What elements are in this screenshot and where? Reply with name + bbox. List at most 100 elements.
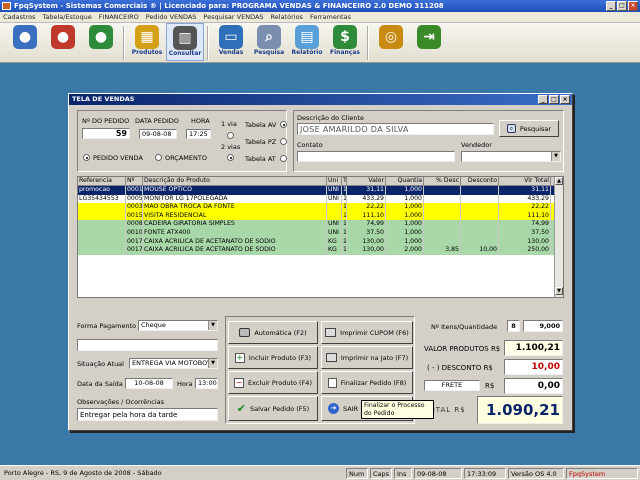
orcamento-radio[interactable] (155, 154, 162, 161)
user-3-button[interactable]: ● (82, 23, 120, 61)
grid-scrollbar[interactable]: ▲ ▼ (554, 177, 563, 297)
pedido-num-field[interactable]: 59 (82, 128, 130, 139)
itens-field[interactable]: 8 (507, 320, 520, 332)
quantidade-field[interactable]: 9,000 (523, 320, 563, 332)
table-cell[interactable]: 10,00 (461, 246, 499, 255)
table-cell[interactable]: UNI (327, 194, 342, 204)
vendedor-select[interactable]: ▼ (461, 151, 561, 162)
tabela-at-radio[interactable] (280, 155, 287, 162)
table-cell[interactable]: 0017 (126, 237, 143, 247)
table-cell[interactable]: 74,99 (499, 220, 551, 229)
table-row[interactable]: 0003 MÃO OBRA TROCA DA FONTE 1 22,22 1,000 22… (78, 203, 556, 212)
table-cell[interactable]: 3,85 (424, 246, 461, 255)
tabela-av-radio[interactable] (280, 121, 287, 128)
col-uni[interactable]: Uni (327, 177, 342, 185)
table-cell[interactable]: 130,00 (347, 246, 386, 255)
forma-pagamento-select[interactable]: Cheque ▼ (138, 320, 218, 331)
table-cell[interactable] (424, 211, 461, 221)
incluir-produto-button[interactable]: + Incluir Produto (F3) (228, 346, 318, 369)
table-cell[interactable]: CAIXA ACRILICA DE ACETANATO DE SODIO (143, 237, 327, 247)
user-1-button[interactable]: ● (6, 23, 44, 61)
table-cell[interactable] (424, 186, 461, 195)
col-valor[interactable]: Valor (347, 177, 386, 185)
chevron-down-icon[interactable]: ▼ (551, 152, 560, 161)
table-cell[interactable] (78, 237, 126, 247)
table-cell[interactable]: 433,29 (347, 194, 386, 204)
minimize-button[interactable]: _ (606, 1, 616, 11)
table-cell[interactable]: 0010 (126, 229, 143, 238)
table-cell[interactable]: 37,50 (347, 229, 386, 238)
table-cell[interactable]: 1,000 (386, 229, 424, 238)
table-cell[interactable] (461, 229, 499, 238)
produtos-button[interactable]: ▦ Produtos (128, 23, 166, 61)
col-desconto[interactable]: Desconto (461, 177, 499, 185)
table-cell[interactable]: 31,11 (347, 186, 386, 195)
table-cell[interactable] (78, 211, 126, 221)
chevron-down-icon[interactable]: ▼ (208, 359, 217, 368)
close-button[interactable]: × (628, 1, 638, 11)
consultar-button[interactable]: ▥ Consultar (166, 23, 204, 61)
via2-radio[interactable] (227, 154, 234, 161)
col-vlr-total[interactable]: Vlr Total (499, 177, 551, 185)
frete-field[interactable]: 0,00 (504, 378, 563, 394)
table-cell[interactable] (78, 246, 126, 255)
table-cell[interactable]: MONITOR LG 17POLEGADA (143, 194, 327, 204)
hora-saida-field[interactable]: 13:00 (195, 378, 218, 389)
table-cell[interactable]: 0017 (126, 246, 143, 255)
tabela-pz-radio[interactable] (280, 138, 287, 145)
table-cell[interactable]: CAIXA ACRILICA DE ACETANATO DE SODIO (143, 246, 327, 255)
dialog-maximize-button[interactable]: □ (549, 95, 559, 104)
table-cell[interactable]: 111,10 (499, 211, 551, 221)
exit-button[interactable]: ⇥ (410, 23, 448, 61)
col-quantia[interactable]: Quantia (386, 177, 424, 185)
table-cell[interactable] (327, 203, 342, 212)
table-cell[interactable]: 31,11 (499, 186, 551, 195)
table-row[interactable]: 0017 CAIXA ACRILICA DE ACETANATO DE SODIO… (78, 237, 556, 247)
table-cell[interactable] (461, 186, 499, 195)
menu-relatorios[interactable]: Relatórios (271, 13, 303, 21)
table-cell[interactable] (424, 220, 461, 229)
pagamento-extra-field[interactable] (77, 339, 218, 351)
menu-pedido-vendas[interactable]: Pedido VENDAS (146, 13, 197, 21)
table-cell[interactable] (327, 211, 342, 221)
table-row[interactable]: 0017 CAIXA ACRILICA DE ACETANATO DE SODIO… (78, 246, 556, 255)
col-pct-desc[interactable]: % Desc (424, 177, 461, 185)
table-cell[interactable]: 111,10 (347, 211, 386, 221)
table-cell[interactable] (424, 194, 461, 204)
dialog-close-button[interactable]: × (560, 95, 570, 104)
table-cell[interactable]: 1,000 (386, 194, 424, 204)
scroll-down-icon[interactable]: ▼ (555, 287, 563, 295)
table-row[interactable]: 0010 FONTE ATX400 UNI 1 37,50 1,000 37,50 (78, 229, 556, 238)
table-cell[interactable] (78, 220, 126, 229)
pesquisa-button[interactable]: ⌕ Pesquisa (250, 23, 288, 61)
col-numero[interactable]: Nº (126, 177, 143, 185)
table-cell[interactable] (78, 229, 126, 238)
via1-radio[interactable] (227, 132, 234, 139)
table-cell[interactable] (461, 194, 499, 204)
table-cell[interactable]: 1,000 (386, 203, 424, 212)
imprimir-cupom-button[interactable]: Imprimir CUPOM (F6) (321, 321, 413, 344)
itens-grid[interactable]: Referencia Nº Descrição do Produto Uni T… (77, 176, 564, 298)
contato-field[interactable] (297, 151, 455, 162)
menu-financeiro[interactable]: FINANCEIRO (99, 13, 139, 21)
table-cell[interactable]: 1,000 (386, 237, 424, 247)
automatica-button[interactable]: Automática (F2) (228, 321, 318, 344)
table-cell[interactable] (461, 211, 499, 221)
table-cell[interactable]: 0008 (126, 220, 143, 229)
vendas-button[interactable]: ▭ Vendas (212, 23, 250, 61)
table-cell[interactable]: 1,000 (386, 186, 424, 195)
situacao-select[interactable]: ENTREGA VIA MOTOBOY ▼ (129, 358, 218, 369)
maximize-button[interactable]: □ (617, 1, 627, 11)
table-cell[interactable]: 2,000 (386, 246, 424, 255)
financas-button[interactable]: $ Finanças (326, 23, 364, 61)
dialog-minimize-button[interactable]: _ (538, 95, 548, 104)
pesquisar-button[interactable]: ⌕ Pesquisar (499, 120, 559, 137)
table-cell[interactable]: 22,22 (499, 203, 551, 212)
table-cell[interactable]: 74,99 (347, 220, 386, 229)
table-cell[interactable] (78, 203, 126, 212)
table-cell[interactable]: 130,00 (499, 237, 551, 247)
table-cell[interactable]: LG35434553 (78, 194, 126, 204)
table-cell[interactable]: UNI (327, 220, 342, 229)
menu-tabela-estoque[interactable]: Tabela/Estoque (42, 13, 91, 21)
table-cell[interactable]: 0015 (126, 211, 143, 221)
